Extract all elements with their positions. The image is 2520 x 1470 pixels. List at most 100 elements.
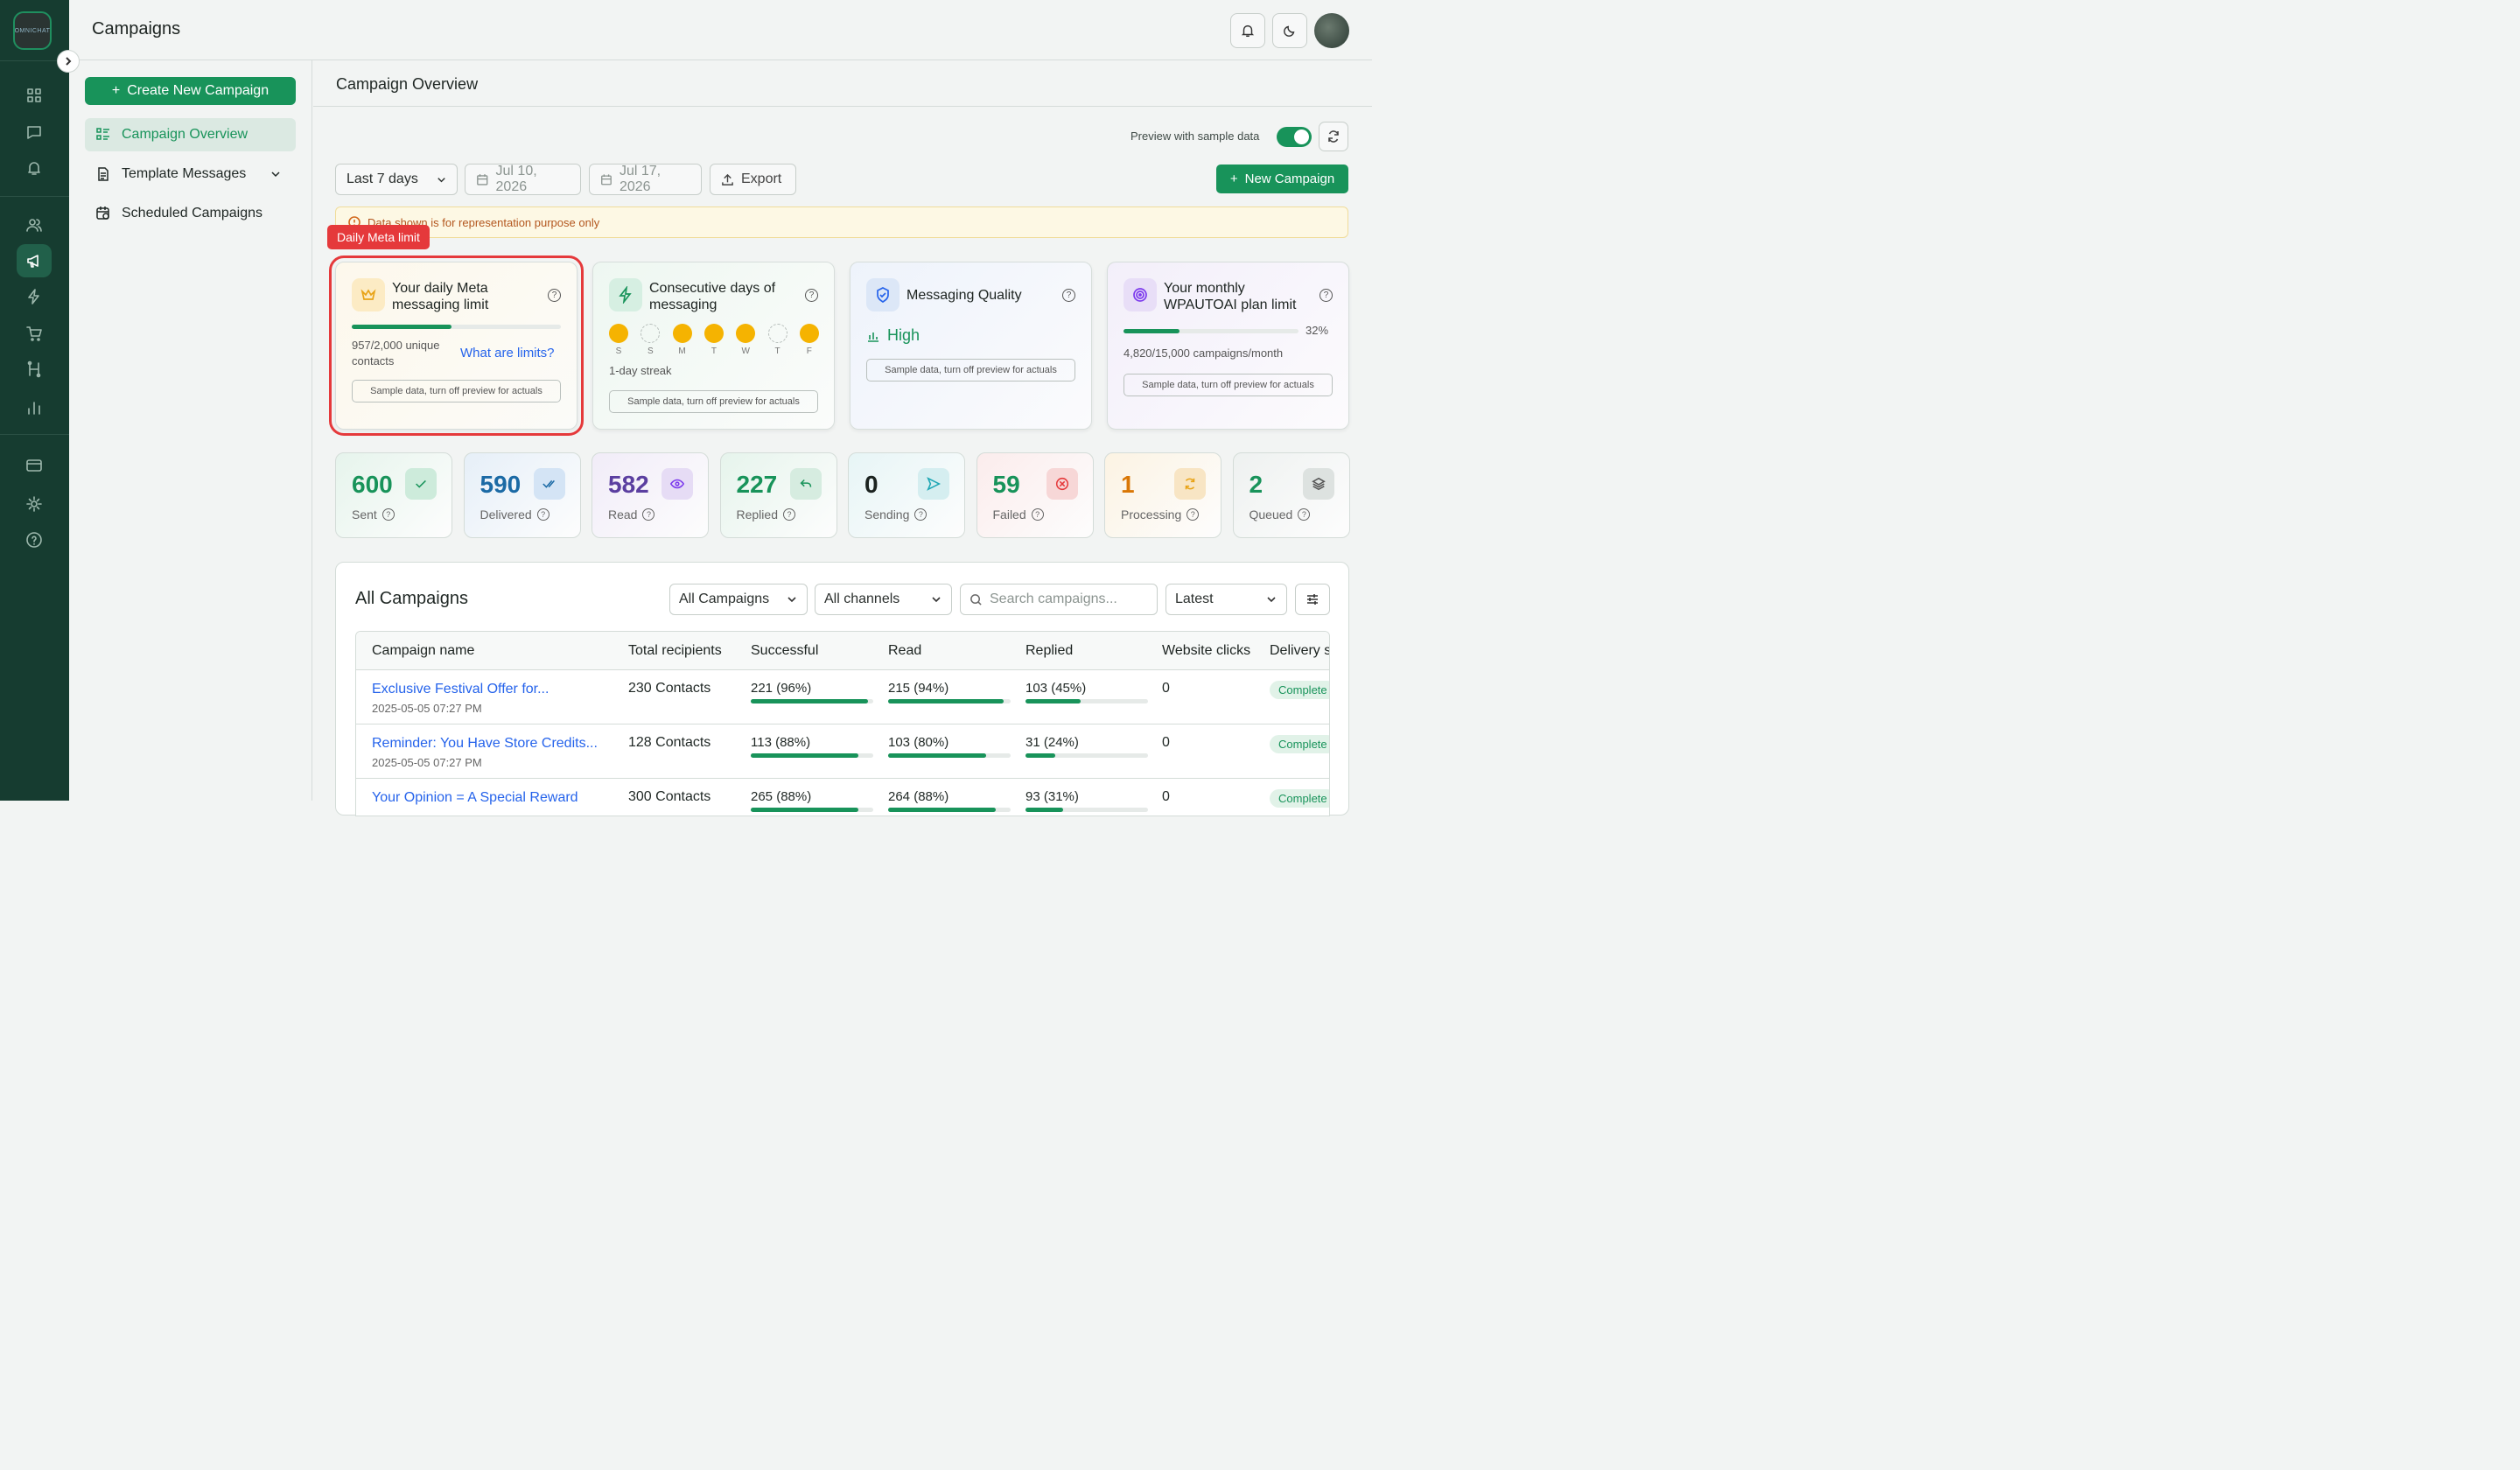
bell-icon[interactable] [17,151,52,185]
campaign-date: 2025-05-05 07:27 PM [372,756,482,769]
limits-info-link[interactable]: What are limits? [460,346,555,360]
help-icon[interactable]: ? [1320,289,1333,302]
campaign-name-link[interactable]: Exclusive Festival Offer for... [372,682,549,697]
gear-icon[interactable] [17,487,52,521]
table-row[interactable]: Reminder: You Have Store Credits... 2025-… [356,724,1329,779]
users-icon[interactable] [17,208,52,242]
start-date-field[interactable]: Jul 10, 2026 [465,164,581,195]
column-header[interactable]: Successful [751,643,818,659]
sort-select[interactable]: Latest [1166,584,1287,615]
avatar[interactable] [1314,13,1349,48]
read-value: 264 (88%) [888,789,949,804]
column-header[interactable]: Read [888,643,921,659]
help-icon[interactable]: ? [382,508,395,521]
help-icon[interactable]: ? [642,508,655,521]
campaign-type-filter[interactable]: All Campaigns [669,584,808,615]
campaign-name-link[interactable]: Your Opinion = A Special Reward [372,790,578,806]
lightning-icon[interactable] [17,280,52,313]
website-clicks: 0 [1162,681,1170,696]
help-icon[interactable]: ? [1062,289,1075,302]
help-icon[interactable] [17,523,52,556]
stat-label: Queued? [1250,508,1311,522]
section-title: Campaign Overview [336,75,479,93]
secondary-sidebar: + Create New Campaign Campaign Overview T… [69,60,312,801]
flow-icon[interactable] [17,353,52,386]
column-header[interactable]: Replied [1026,643,1073,659]
help-icon[interactable]: ? [782,508,795,521]
streak-day-label: S [647,346,654,356]
total-recipients: 230 Contacts [628,681,711,696]
sidebar-expand-button[interactable] [57,50,80,73]
help-icon[interactable]: ? [548,289,561,302]
help-icon[interactable]: ? [1031,508,1044,521]
double-check-icon [533,468,565,500]
new-campaign-button[interactable]: + New Campaign [1216,164,1348,193]
column-header[interactable]: Total recipients [628,643,722,659]
bar-chart-icon[interactable] [17,391,52,424]
daily-limit-progress [352,325,561,329]
megaphone-icon[interactable] [17,244,52,277]
successful-bar [751,699,873,704]
table-row[interactable]: Your Opinion = A Special Reward 300 Conta… [356,779,1329,816]
help-icon[interactable]: ? [914,508,928,521]
monthly-usage-text: 4,820/15,000 campaigns/month [1124,346,1284,360]
successful-value: 265 (88%) [751,789,812,804]
end-date-field[interactable]: Jul 17, 2026 [589,164,702,195]
replied-bar [1026,808,1148,812]
new-campaign-label: New Campaign [1244,172,1335,186]
theme-toggle-button[interactable] [1272,13,1307,48]
calendar-icon [601,173,612,185]
sidebar-item-template-messages[interactable]: Template Messages [85,158,296,191]
streak-day-inactive [640,324,661,343]
app-logo[interactable]: OMNICHAT [13,11,52,50]
notifications-button[interactable] [1230,13,1265,48]
campaign-date: 2025-05-05 07:27 PM [372,702,482,715]
stat-card-replied[interactable]: 227 Replied? [719,452,837,538]
stat-card-sending[interactable]: 0 Sending? [848,452,965,538]
card-icon[interactable] [17,449,52,482]
help-icon[interactable]: ? [536,508,550,521]
table-row[interactable]: Exclusive Festival Offer for... 2025-05-0… [356,670,1329,724]
sidebar-item-label: Template Messages [122,166,247,181]
sidebar-item-label: Scheduled Campaigns [122,206,262,220]
column-header[interactable]: Delivery s [1270,643,1329,659]
dashboard-icon[interactable] [17,79,52,112]
create-campaign-button[interactable]: + Create New Campaign [85,77,296,105]
send-icon [918,468,949,500]
streak-day-active [704,324,724,343]
stat-value: 590 [480,471,522,498]
sidebar-item-scheduled-campaigns[interactable]: Scheduled Campaigns [85,197,296,230]
campaigns-title: All Campaigns [355,589,468,608]
chat-icon[interactable] [17,116,52,149]
help-icon[interactable]: ? [1186,508,1200,521]
stat-label: Read? [608,508,655,522]
filter-settings-button[interactable] [1295,584,1330,615]
column-header[interactable]: Campaign name [372,643,474,659]
preview-toggle[interactable] [1277,127,1312,147]
monthly-percent: 32% [1306,324,1329,337]
stat-card-sent[interactable]: 600 Sent? [335,452,452,538]
monthly-limit-progress [1124,329,1298,333]
export-button[interactable]: Export [710,164,796,195]
date-range-select[interactable]: Last 7 days [335,164,458,195]
daily-usage-text: 957/2,000 unique contacts [352,339,440,368]
column-header[interactable]: Website clicks [1162,643,1250,659]
campaign-search-input[interactable]: Search campaigns... [960,584,1158,615]
help-icon[interactable]: ? [805,289,818,302]
channel-filter[interactable]: All channels [815,584,952,615]
quality-value: High [866,326,920,345]
highlight-badge: Daily Meta limit [327,225,430,249]
streak-day-label: F [806,346,812,356]
stat-card-queued[interactable]: 2 Queued? [1232,452,1350,538]
campaign-name-link[interactable]: Reminder: You Have Store Credits... [372,736,598,752]
chevron-down-icon [932,597,941,603]
help-icon[interactable]: ? [1298,508,1311,521]
stat-card-read[interactable]: 582 Read? [592,452,709,538]
cart-icon[interactable] [17,317,52,350]
stat-card-failed[interactable]: 59 Failed? [976,452,1094,538]
refresh-button[interactable] [1319,122,1348,151]
chevron-down-icon[interactable] [268,166,284,182]
stat-card-processing[interactable]: 1 Processing? [1104,452,1222,538]
stat-card-delivered[interactable]: 590 Delivered? [463,452,581,538]
sidebar-item-campaign-overview[interactable]: Campaign Overview [85,118,296,151]
